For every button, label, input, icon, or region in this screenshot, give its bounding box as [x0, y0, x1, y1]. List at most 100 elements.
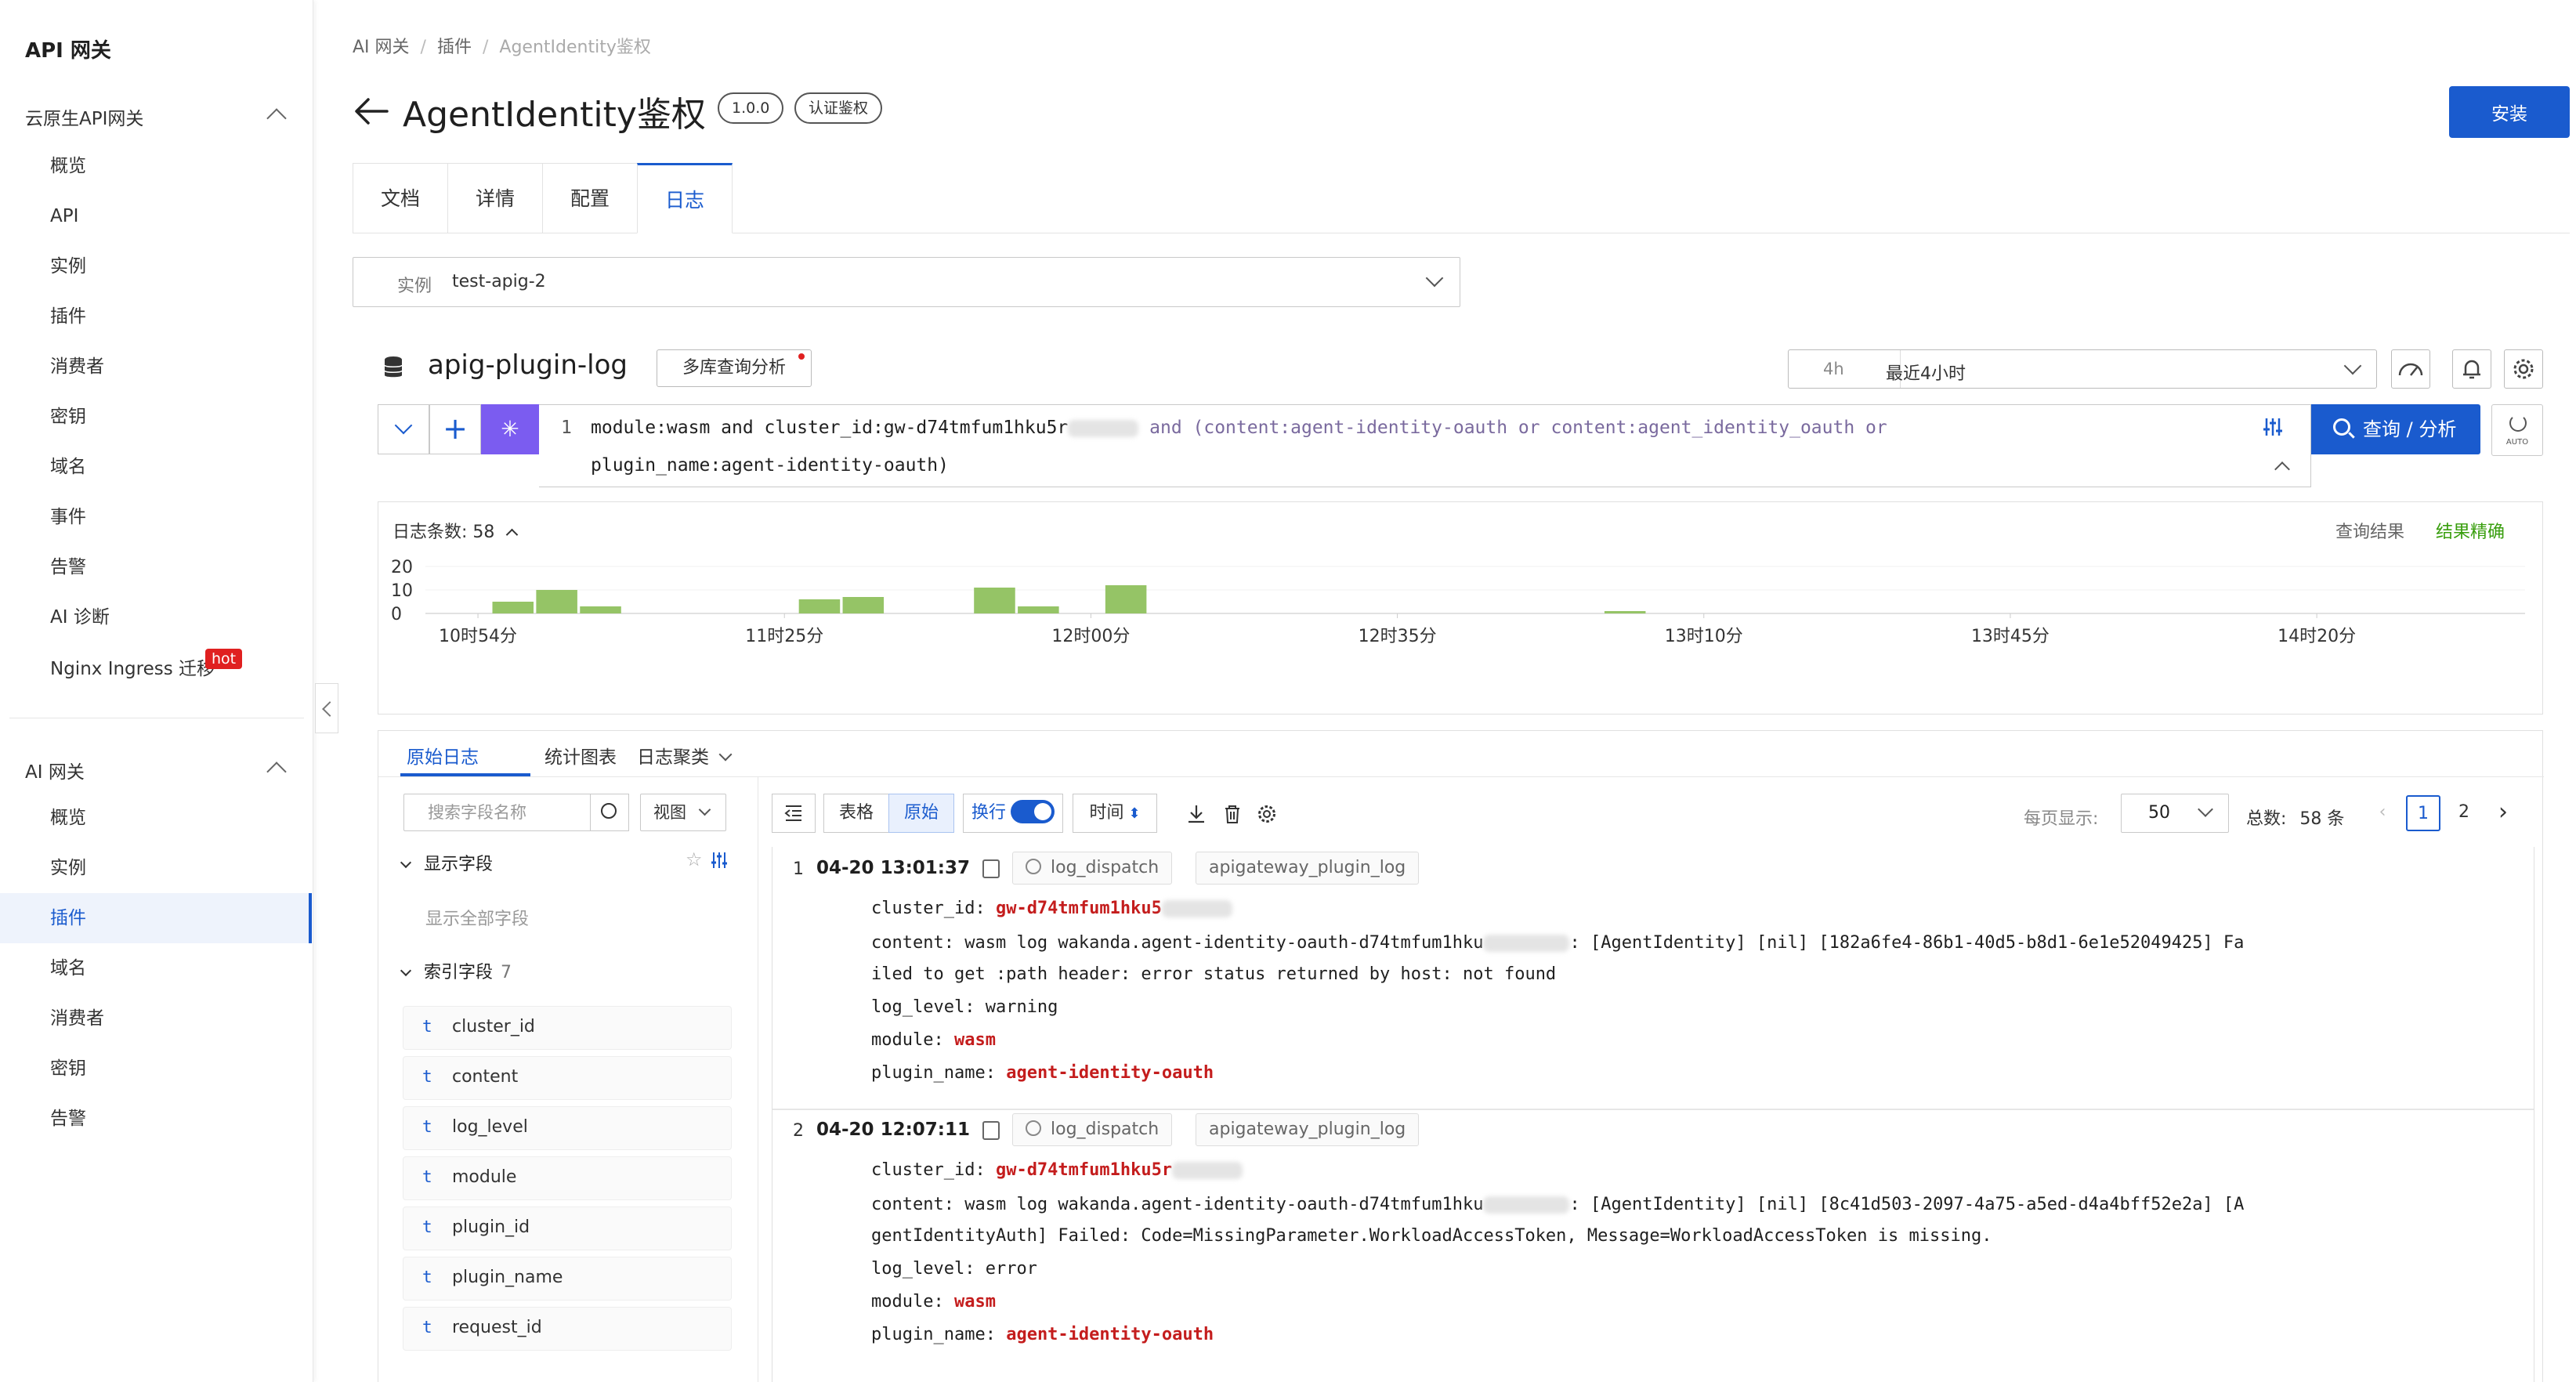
field-search-input[interactable]: 搜索字段名称 [403, 794, 592, 831]
field-item-plugin-id[interactable]: t plugin_id [403, 1207, 731, 1250]
back-arrow-icon[interactable] [353, 97, 390, 125]
next-page-button[interactable]: › [2486, 795, 2520, 831]
version-tag: 1.0.0 [718, 92, 784, 124]
sparkle-icon: ✳ [501, 416, 519, 442]
sidebar-item-ai-overview[interactable]: 概览 [0, 793, 312, 843]
show-all-fields-link[interactable]: 显示全部字段 [425, 905, 529, 930]
field-item-cluster-id[interactable]: t cluster_id [403, 1007, 731, 1049]
download-icon[interactable] [1185, 803, 1207, 825]
field-item-plugin-name[interactable]: t plugin_name [403, 1257, 731, 1300]
page-1-button[interactable]: 1 [2406, 795, 2440, 831]
page-2-button[interactable]: 2 [2447, 795, 2481, 831]
sidebar-item-domains[interactable]: 域名 [0, 442, 312, 492]
search-icon [601, 803, 617, 819]
copy-icon[interactable] [982, 859, 1000, 878]
tab-config[interactable]: 配置 [542, 163, 638, 233]
query-line-number: 1 [561, 418, 572, 438]
tag-icon [1026, 1120, 1041, 1136]
caret-down-icon [400, 856, 412, 869]
sidebar-item-events[interactable]: 事件 [0, 492, 312, 542]
instance-value: test-apig-2 [452, 272, 546, 291]
result-exact-label: 结果精确 [2436, 523, 2505, 542]
filter-sliders-icon[interactable] [2261, 415, 2285, 439]
sidebar-item-ai-domains[interactable]: 域名 [0, 943, 312, 993]
sidebar-item-keys[interactable]: 密钥 [0, 392, 312, 442]
sidebar-item-alerts[interactable]: 告警 [0, 542, 312, 592]
gear-icon[interactable] [1256, 803, 1278, 825]
settings-button[interactable] [2504, 349, 2543, 389]
index-fields-header[interactable]: 索引字段 7 [400, 958, 512, 983]
wrap-switch [1011, 800, 1055, 823]
instance-select[interactable]: 实例 test-apig-2 [353, 257, 1460, 307]
sidebar-item-ai-instances[interactable]: 实例 [0, 843, 312, 893]
log-field-content-cont: gentIdentityAuth] Failed: Code=MissingPa… [871, 1226, 1992, 1246]
breadcrumb-ai-gateway[interactable]: AI 网关 [353, 38, 410, 57]
sidebar-group-label: AI 网关 [25, 762, 85, 783]
copy-icon[interactable] [982, 1121, 1000, 1140]
sidebar-item-nginx-migration[interactable]: Nginx Ingress 迁移 hot [0, 644, 312, 694]
field-item-module[interactable]: t module [403, 1157, 731, 1199]
sidebar-item-ai-consumers[interactable]: 消费者 [0, 993, 312, 1044]
sidebar-item-ai-alerts[interactable]: 告警 [0, 1094, 312, 1144]
install-button[interactable]: 安装 [2449, 86, 2570, 138]
sidebar-group-ai-gateway[interactable]: AI 网关 [25, 757, 287, 783]
results-panel: 原始日志 统计图表 日志聚类 搜索字段名称 视图 显示字段 ☆ 显示全部字段 索… [378, 730, 2544, 1382]
sidebar-item-api[interactable]: API [0, 191, 312, 241]
per-page-select[interactable]: 50 [2121, 794, 2229, 833]
tag-chip[interactable]: log_dispatch [1012, 852, 1173, 885]
star-icon[interactable]: ☆ [686, 848, 703, 870]
tab-stats-chart[interactable]: 统计图表 [545, 742, 617, 769]
view-select[interactable]: 视图 [640, 794, 726, 831]
sidebar-item-overview[interactable]: 概览 [0, 141, 312, 191]
chevron-down-icon [2343, 356, 2362, 375]
log-count[interactable]: 日志条数: 58 [393, 518, 519, 543]
tab-raw-logs[interactable]: 原始日志 [407, 742, 479, 769]
wrap-toggle[interactable]: 换行 [963, 794, 1063, 833]
time-sort-button[interactable]: 时间 ⬍ [1073, 794, 1157, 833]
chevron-down-icon [2198, 801, 2213, 817]
sidebar-collapse-button[interactable] [315, 683, 338, 733]
tag-chip[interactable]: log_dispatch [1012, 1113, 1173, 1146]
sidebar-group-cloud-native[interactable]: 云原生API网关 [25, 103, 287, 130]
histogram-bar [842, 597, 885, 613]
field-item-log-level[interactable]: t log_level [403, 1107, 731, 1149]
breadcrumb: AI 网关 / 插件 / AgentIdentity鉴权 [353, 38, 651, 57]
multi-query-button[interactable]: 多库查询分析 [657, 349, 812, 387]
prev-page-button[interactable]: ‹ [2365, 795, 2400, 831]
ai-assistant-button[interactable]: ✳ [481, 404, 539, 454]
redacted-mask [1068, 419, 1139, 437]
time-range-select[interactable]: 4h 最近4小时 [1788, 349, 2377, 389]
gear-icon [2513, 359, 2534, 379]
dashboard-button[interactable] [2391, 349, 2430, 389]
query-analyze-button[interactable]: 查询 / 分析 [2311, 404, 2480, 454]
add-filter-button[interactable]: + [429, 404, 481, 454]
tab-details[interactable]: 详情 [447, 163, 543, 233]
trash-icon[interactable] [1221, 803, 1243, 825]
tag-chip[interactable]: apigateway_plugin_log [1196, 852, 1420, 885]
display-fields-header[interactable]: 显示字段 [400, 850, 493, 875]
field-item-request-id[interactable]: t request_id [403, 1308, 731, 1350]
view-raw-button[interactable]: 原始 [888, 794, 954, 833]
sidebar-item-consumers[interactable]: 消费者 [0, 342, 312, 392]
collapse-fields-button[interactable] [772, 794, 816, 833]
sidebar-item-ai-keys[interactable]: 密钥 [0, 1044, 312, 1094]
view-table-button[interactable]: 表格 [823, 794, 889, 833]
tab-docs[interactable]: 文档 [353, 163, 448, 233]
sidebar-item-plugins[interactable]: 插件 [0, 291, 312, 342]
field-item-content[interactable]: t content [403, 1057, 731, 1099]
breadcrumb-plugins[interactable]: 插件 [437, 38, 472, 57]
chevron-down-icon [1425, 269, 1444, 288]
tab-logs[interactable]: 日志 [637, 163, 733, 233]
filter-sliders-icon[interactable] [709, 850, 729, 870]
tag-icon [1026, 859, 1041, 874]
tab-log-clustering[interactable]: 日志聚类 [637, 742, 733, 769]
tag-chip[interactable]: apigateway_plugin_log [1196, 1113, 1420, 1146]
query-expand-button[interactable] [378, 404, 429, 454]
sidebar-item-ai-plugins[interactable]: 插件 [0, 893, 312, 943]
sidebar-item-ai-diagnosis[interactable]: AI 诊断 [0, 592, 312, 642]
auto-refresh-button[interactable]: AUTO [2491, 404, 2543, 456]
query-editor[interactable]: 1 module:wasm and cluster_id:gw-d74tmfum… [539, 404, 2311, 487]
alert-button[interactable] [2452, 349, 2491, 389]
sidebar-item-instances[interactable]: 实例 [0, 241, 312, 291]
field-search-button[interactable] [590, 794, 629, 831]
